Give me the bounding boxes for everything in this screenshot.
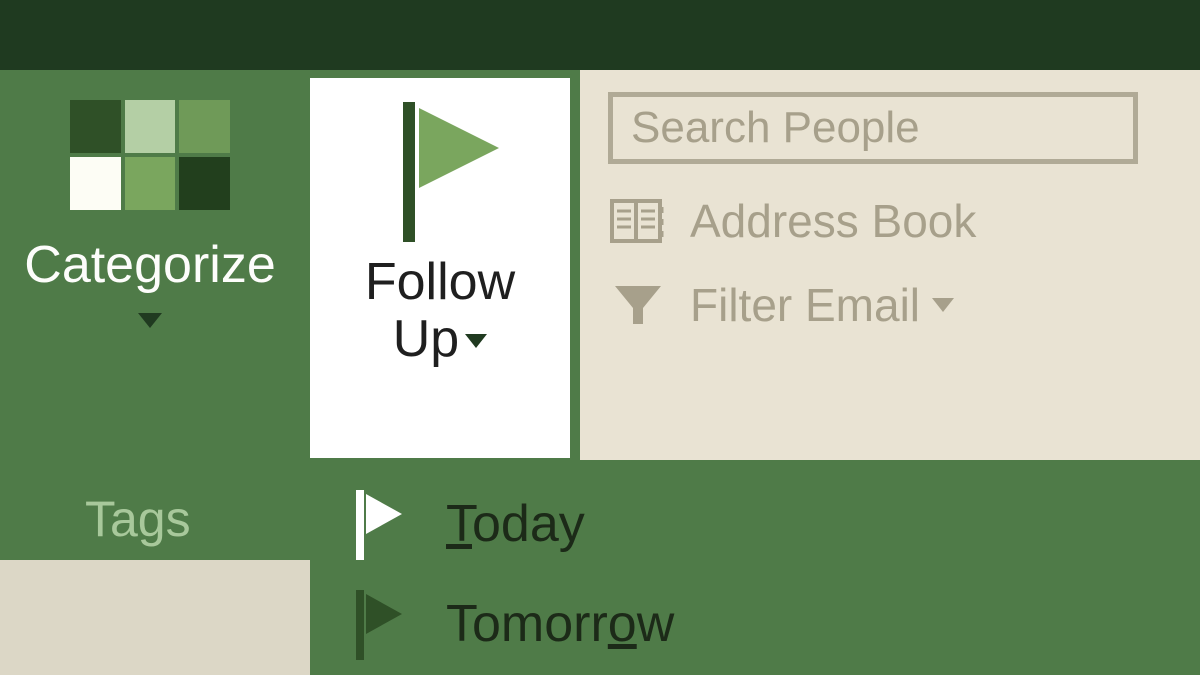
address-book-icon	[608, 199, 668, 243]
chevron-down-icon	[932, 298, 954, 312]
filter-email-label: Filter Email	[690, 278, 920, 332]
follow-up-menu: Today Tomorrow	[310, 460, 1200, 675]
follow-up-button[interactable]: Follow Up	[310, 78, 570, 458]
search-placeholder: Search People	[631, 103, 920, 153]
categorize-button[interactable]: Categorize	[0, 70, 300, 328]
categorize-icon	[70, 100, 230, 210]
chevron-down-icon	[138, 313, 162, 328]
chevron-down-icon	[465, 334, 487, 348]
menu-item-tomorrow[interactable]: Tomorrow	[310, 574, 1200, 674]
search-people-input[interactable]: Search People	[608, 92, 1138, 164]
follow-up-label: Follow Up	[310, 254, 570, 368]
flag-icon	[350, 486, 406, 562]
background-strip	[0, 560, 310, 675]
title-bar	[0, 0, 1200, 70]
ribbon-group-label: Tags	[85, 490, 191, 548]
menu-item-today[interactable]: Today	[310, 474, 1200, 574]
find-panel: Search People Address Book	[580, 70, 1200, 460]
categorize-label: Categorize	[0, 235, 300, 295]
menu-item-label: Tomorrow	[446, 594, 674, 654]
menu-item-label: Today	[446, 494, 585, 554]
filter-email-button[interactable]: Filter Email	[608, 278, 1172, 332]
flag-icon	[375, 96, 505, 246]
flag-icon	[350, 586, 406, 662]
address-book-button[interactable]: Address Book	[608, 194, 1172, 248]
funnel-icon	[608, 282, 668, 328]
address-book-label: Address Book	[690, 194, 976, 248]
